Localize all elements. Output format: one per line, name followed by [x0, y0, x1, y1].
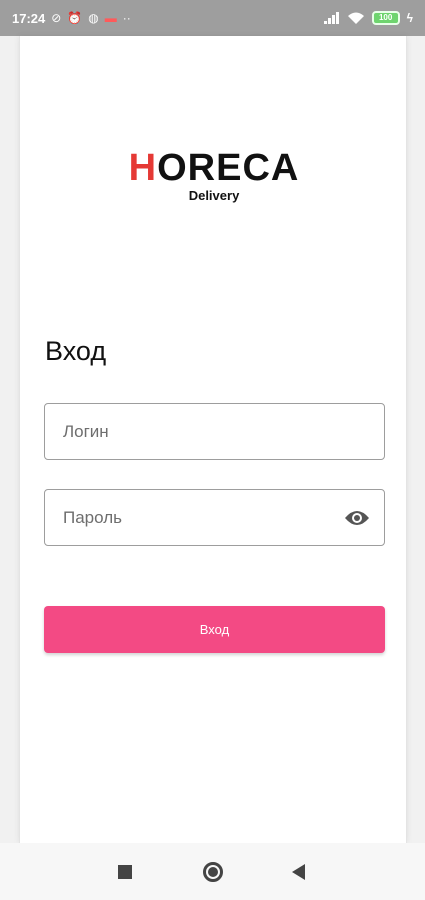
horeca-logo: HORECA Delivery: [20, 148, 408, 203]
sync-off-icon: ⊘: [51, 11, 62, 25]
battery-icon: 100: [371, 11, 400, 25]
recents-square-icon[interactable]: [118, 865, 132, 879]
navigation-bar: [0, 843, 425, 900]
eye-icon[interactable]: [344, 509, 370, 527]
password-input[interactable]: Пароль: [44, 489, 385, 546]
signal-icon: [323, 12, 339, 24]
alarm-icon: ⏰: [67, 11, 83, 25]
notification-dot-icon: ▬: [104, 11, 117, 25]
more-dots-icon: ··: [122, 11, 131, 25]
login-button[interactable]: Вход: [44, 606, 385, 653]
vpn-icon: ◍: [88, 11, 99, 25]
battery-level: 100: [378, 13, 393, 22]
page-title: Вход: [45, 336, 107, 366]
logo-subtitle: Delivery: [188, 188, 240, 203]
logo-first-letter: H: [128, 147, 158, 189]
status-bar: 17:24 ⊘ ⏰ ◍ ▬ ·· 100 ϟ: [0, 0, 425, 36]
login-card: HORECA Delivery Вход Логин Пароль Вход: [19, 36, 407, 843]
password-placeholder: Пароль: [63, 507, 122, 527]
charging-icon: ϟ: [406, 11, 413, 25]
logo-rest: ORECA: [157, 147, 300, 189]
wifi-icon: [347, 12, 364, 24]
login-placeholder: Логин: [63, 421, 109, 441]
logo-wordmark: HORECA: [20, 148, 408, 188]
login-button-label: Вход: [199, 622, 230, 637]
login-input[interactable]: Логин: [44, 403, 385, 460]
home-circle-icon[interactable]: [203, 862, 223, 882]
status-time: 17:24: [12, 10, 46, 26]
back-triangle-icon[interactable]: [292, 864, 305, 880]
